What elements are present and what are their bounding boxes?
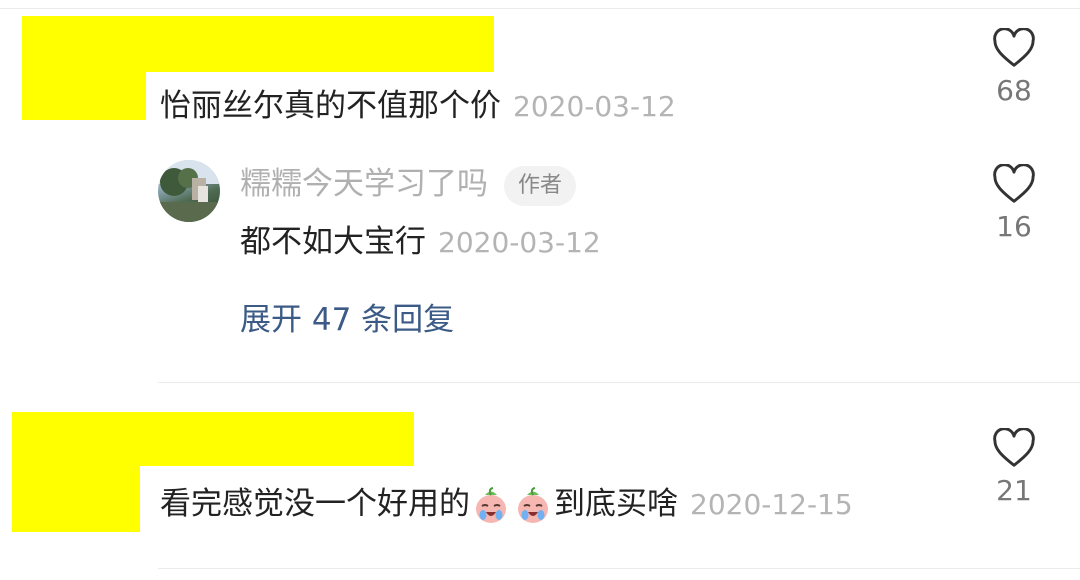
comment-text: 怡丽丝尔真的不值那个价 2020-03-12 <box>160 86 676 127</box>
redacted-avatar <box>22 72 146 120</box>
reply-username: 糯糯今天学习了吗 <box>240 166 488 202</box>
top-divider <box>0 8 1080 9</box>
heart-icon <box>993 428 1035 467</box>
comment-body-start: 看完感觉没一个好用的 <box>160 486 470 522</box>
heart-icon <box>993 164 1035 203</box>
like-count: 68 <box>996 74 1032 107</box>
like-button[interactable]: 21 <box>984 428 1044 507</box>
heart-icon <box>993 28 1035 67</box>
like-count: 16 <box>996 210 1032 243</box>
comment-text: 看完感觉没一个好用的 到底买啥 2020-12-15 <box>160 484 853 526</box>
expand-replies-link[interactable]: 展开 47 条回复 <box>240 300 454 340</box>
author-badge: 作者 <box>504 165 577 206</box>
avatar-photo <box>158 160 220 222</box>
redacted-username <box>22 16 494 72</box>
reply-date: 2020-03-12 <box>438 226 601 259</box>
comment-body-end: 到底买啥 <box>554 486 678 522</box>
avatar[interactable] <box>158 160 220 222</box>
redacted-username <box>12 412 414 466</box>
comment-date: 2020-03-12 <box>513 90 676 123</box>
crying-peach-emoji <box>518 486 548 523</box>
like-count: 21 <box>996 474 1032 507</box>
comment-body: 怡丽丝尔真的不值那个价 <box>160 88 501 124</box>
redacted-avatar <box>12 466 140 532</box>
reply-body: 都不如大宝行 <box>240 224 426 260</box>
comment-divider <box>158 382 1080 383</box>
crying-peach-emoji <box>476 486 506 523</box>
like-button[interactable]: 68 <box>984 28 1044 107</box>
reply-author[interactable]: 糯糯今天学习了吗 作者 <box>240 164 577 206</box>
bottom-divider <box>158 568 1080 569</box>
reply-like-button[interactable]: 16 <box>984 164 1044 243</box>
reply-text: 都不如大宝行 2020-03-12 <box>240 222 601 263</box>
comment-date: 2020-12-15 <box>690 488 853 521</box>
